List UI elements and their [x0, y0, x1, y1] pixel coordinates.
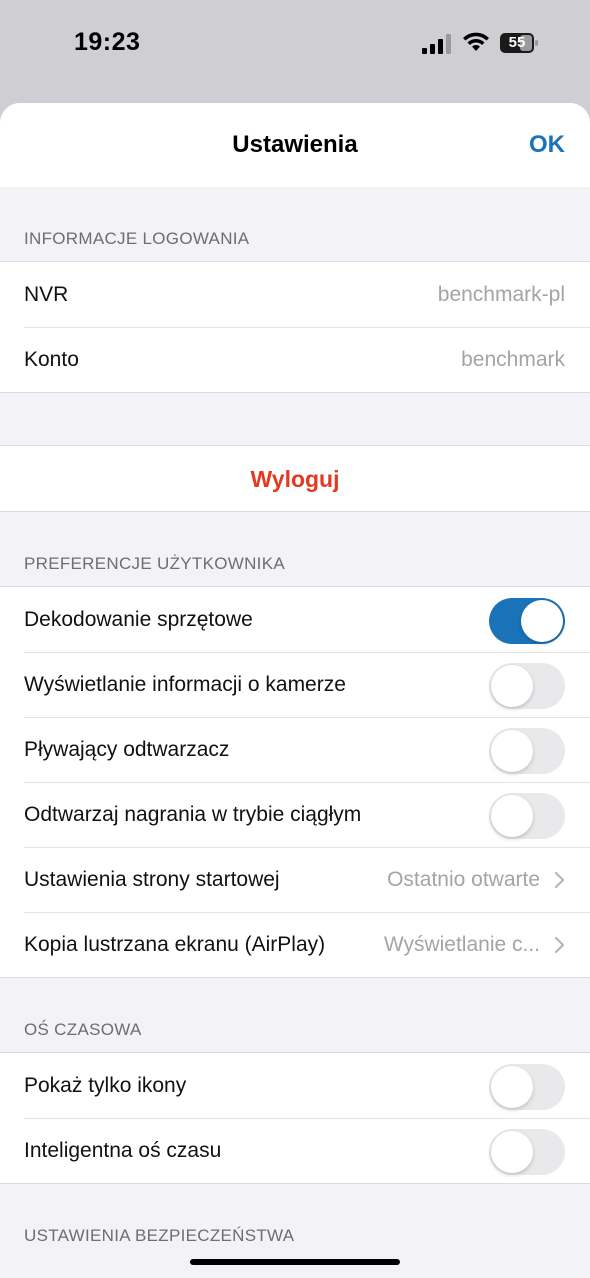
toggle-knob [491, 665, 533, 707]
logout-button[interactable]: Wyloguj [0, 446, 590, 511]
user-preferences-group: Dekodowanie sprzętowe Wyświetlanie infor… [0, 586, 590, 978]
smart-timeline-toggle[interactable] [489, 1129, 565, 1175]
smart-timeline-label: Inteligentna oś czasu [24, 1139, 222, 1162]
login-info-group: NVR benchmark-pl Konto benchmark [0, 261, 590, 393]
nvr-value: benchmark-pl [437, 283, 565, 306]
icons-only-row: Pokaż tylko ikony [0, 1053, 590, 1118]
nvr-label: NVR [24, 283, 69, 306]
account-label: Konto [24, 348, 79, 371]
start-page-label: Ustawienia strony startowej [24, 868, 280, 891]
toggle-knob [491, 795, 533, 837]
battery-icon: 55 [500, 33, 538, 53]
section-header-login-info: INFORMACJE LOGOWANIA [0, 187, 590, 261]
smart-timeline-row: Inteligentna oś czasu [0, 1118, 590, 1183]
logout-group: Wyloguj [0, 445, 590, 512]
continuous-playback-row: Odtwarzaj nagrania w trybie ciągłym [0, 782, 590, 847]
section-header-user-preferences: PREFERENCJE UŻYTKOWNIKA [0, 512, 590, 586]
battery-level: 55 [508, 34, 526, 51]
start-page-value: Ostatnio otwarte [387, 868, 540, 891]
toggle-knob [491, 1131, 533, 1173]
continuous-playback-label: Odtwarzaj nagrania w trybie ciągłym [24, 803, 362, 826]
account-value: benchmark [461, 348, 565, 371]
status-time: 19:23 [74, 28, 141, 56]
toggle-knob [491, 1066, 533, 1108]
airplay-row[interactable]: Kopia lustrzana ekranu (AirPlay) Wyświet… [0, 912, 590, 977]
section-header-label: OŚ CZASOWA [24, 1020, 142, 1039]
section-header-label: INFORMACJE LOGOWANIA [24, 229, 250, 248]
account-row: Konto benchmark [0, 327, 590, 392]
start-page-row[interactable]: Ustawienia strony startowej Ostatnio otw… [0, 847, 590, 912]
airplay-value: Wyświetlanie c... [383, 933, 540, 956]
settings-sheet: Ustawienia OK INFORMACJE LOGOWANIA NVR b… [0, 103, 590, 1278]
airplay-label: Kopia lustrzana ekranu (AirPlay) [24, 933, 326, 956]
hardware-decoding-toggle[interactable] [489, 598, 565, 644]
camera-info-label: Wyświetlanie informacji o kamerze [24, 673, 346, 696]
timeline-group: Pokaż tylko ikony Inteligentna oś czasu [0, 1052, 590, 1184]
page-title: Ustawienia [232, 131, 358, 158]
ok-button[interactable]: OK [529, 131, 565, 159]
chevron-right-icon [554, 936, 565, 954]
floating-player-row: Pływający odtwarzacz [0, 717, 590, 782]
logout-label: Wyloguj [250, 466, 340, 492]
section-header-security: USTAWIENIA BEZPIECZEŃSTWA [0, 1184, 590, 1258]
toggle-knob [491, 730, 533, 772]
nvr-row: NVR benchmark-pl [0, 262, 590, 327]
continuous-playback-toggle[interactable] [489, 793, 565, 839]
wifi-icon [463, 32, 489, 51]
floating-player-label: Pływający odtwarzacz [24, 738, 230, 761]
icons-only-label: Pokaż tylko ikony [24, 1074, 187, 1097]
cellular-signal-icon [422, 34, 451, 54]
floating-player-toggle[interactable] [489, 728, 565, 774]
section-header-timeline: OŚ CZASOWA [0, 978, 590, 1052]
hardware-decoding-row: Dekodowanie sprzętowe [0, 587, 590, 652]
camera-info-row: Wyświetlanie informacji o kamerze [0, 652, 590, 717]
toggle-knob [521, 600, 563, 642]
status-bar: 19:23 55 [0, 0, 590, 100]
chevron-right-icon [554, 871, 565, 889]
camera-info-toggle[interactable] [489, 663, 565, 709]
section-header-label: USTAWIENIA BEZPIECZEŃSTWA [24, 1226, 295, 1245]
navigation-bar: Ustawienia OK [0, 103, 590, 187]
hardware-decoding-label: Dekodowanie sprzętowe [24, 608, 253, 631]
section-header-label: PREFERENCJE UŻYTKOWNIKA [24, 554, 285, 573]
home-indicator[interactable] [190, 1259, 400, 1265]
icons-only-toggle[interactable] [489, 1064, 565, 1110]
